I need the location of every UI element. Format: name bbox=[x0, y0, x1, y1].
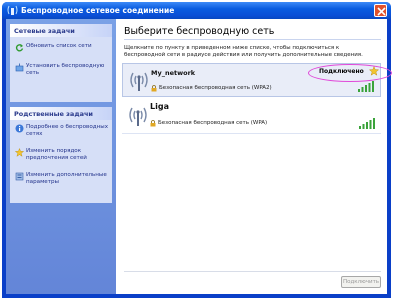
lock-icon bbox=[151, 85, 157, 92]
signal-strength-icon bbox=[358, 81, 374, 92]
wireless-antenna-icon bbox=[130, 72, 148, 91]
close-button[interactable] bbox=[374, 4, 387, 17]
security-label: Безопасная беспроводная сеть (WPA) bbox=[158, 120, 268, 126]
network-item-my-network[interactable]: My_network Подключено Безопасная беспров… bbox=[122, 63, 392, 97]
network-name: Liga bbox=[150, 102, 169, 111]
task-label: Установить беспроводную сеть bbox=[26, 63, 105, 76]
star-icon bbox=[15, 148, 24, 157]
task-label: Подробнее о беспроводных сетях bbox=[26, 124, 109, 137]
divider bbox=[122, 133, 381, 134]
network-item-liga[interactable]: Liga Безопасная беспроводная сеть (WPA) bbox=[122, 99, 381, 133]
task-sidebar: Сетевые задачи Обновить список сети Уста… bbox=[6, 19, 116, 294]
network-name: My_network bbox=[151, 69, 196, 77]
divider bbox=[124, 271, 381, 272]
network-tasks-panel: Сетевые задачи Обновить список сети Уста… bbox=[10, 24, 112, 102]
wireless-network-icon bbox=[7, 5, 18, 15]
info-icon bbox=[15, 124, 24, 133]
signal-strength-icon bbox=[359, 118, 375, 129]
task-label: Обновить список сети bbox=[26, 43, 92, 49]
window: Беспроводное сетевое соединение Сетевые … bbox=[2, 2, 392, 298]
network-tasks-heading: Сетевые задачи bbox=[10, 24, 112, 37]
setup-network-icon bbox=[15, 63, 24, 72]
window-client: Сетевые задачи Обновить список сети Уста… bbox=[6, 19, 392, 294]
related-tasks-heading: Родственные задачи bbox=[10, 107, 112, 120]
star-icon bbox=[369, 66, 379, 76]
lock-icon bbox=[150, 120, 156, 127]
divider bbox=[124, 39, 381, 40]
refresh-icon bbox=[15, 44, 24, 52]
close-icon bbox=[377, 7, 386, 16]
main-content: Выберите беспроводную сеть Щелкните по п… bbox=[116, 19, 392, 294]
security-label: Безопасная беспроводная сеть (WPA2) bbox=[159, 85, 272, 91]
security-line: Безопасная беспроводная сеть (WPA) bbox=[150, 120, 268, 127]
connection-status: Подключено bbox=[319, 68, 364, 75]
title-bar[interactable]: Беспроводное сетевое соединение bbox=[2, 2, 391, 19]
connect-button[interactable]: Подключить bbox=[341, 276, 381, 288]
task-label: Изменить дополнительные параметры bbox=[26, 172, 107, 185]
window-title: Беспроводное сетевое соединение bbox=[21, 6, 175, 15]
page-title: Выберите беспроводную сеть bbox=[124, 26, 275, 37]
security-line: Безопасная беспроводная сеть (WPA2) bbox=[151, 85, 272, 92]
wireless-antenna-icon bbox=[129, 107, 147, 126]
task-label: Изменить порядок предпочтения сетей bbox=[26, 148, 87, 161]
related-tasks-panel: Родственные задачи Подробнее о беспровод… bbox=[10, 107, 112, 203]
settings-icon bbox=[15, 172, 24, 181]
instruction-text: Щелкните по пункту в приведенном ниже сп… bbox=[124, 45, 363, 58]
